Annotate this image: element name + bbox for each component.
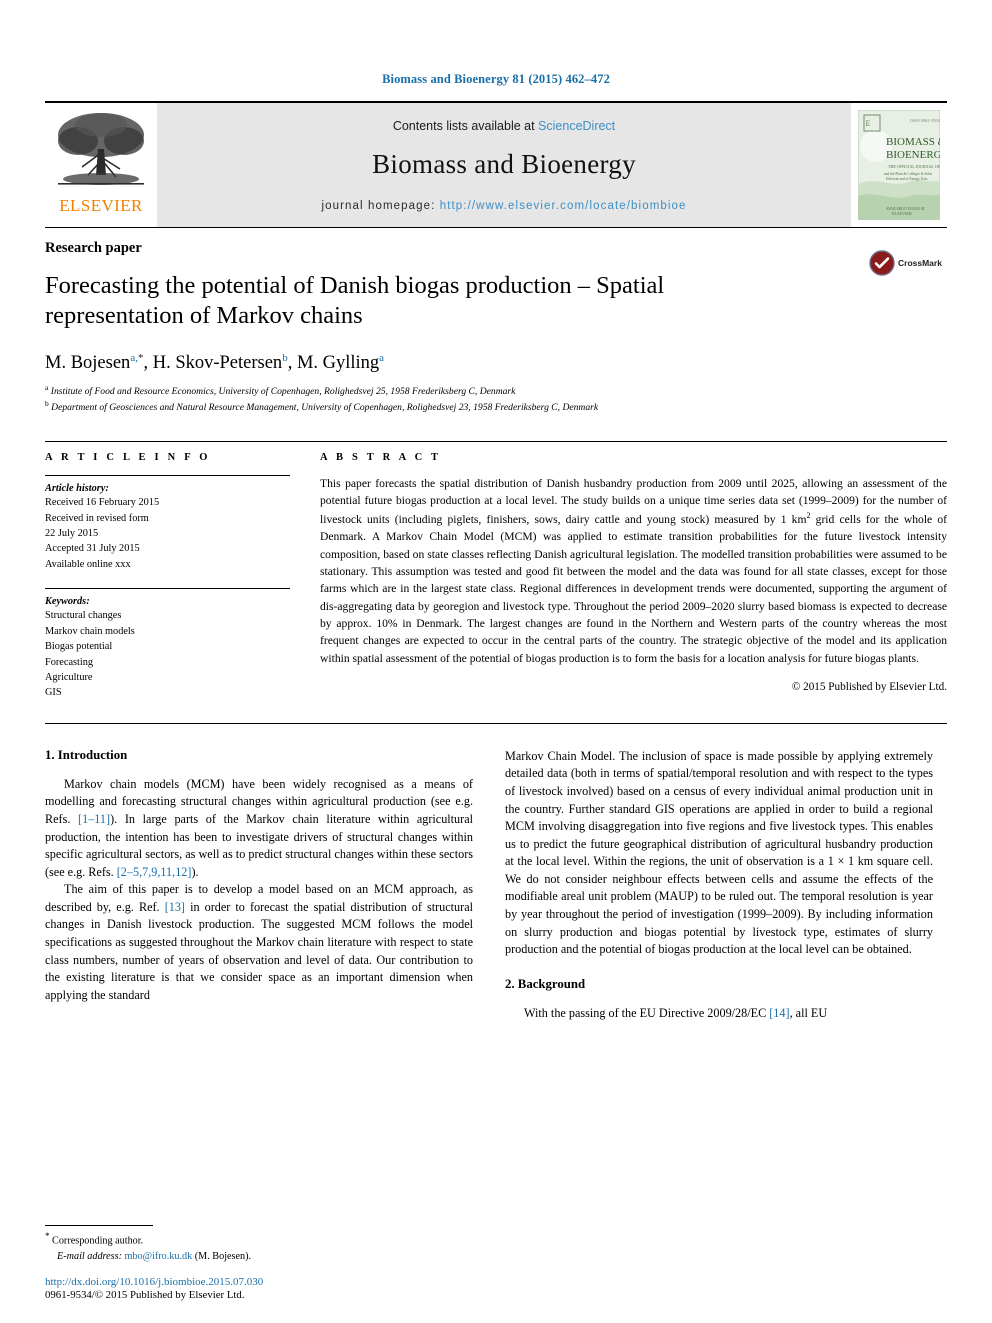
keyword-item: Markov chain models bbox=[45, 625, 135, 637]
paragraph: Markov chain models (MCM) have been wide… bbox=[45, 776, 473, 881]
keyword-item: Forecasting bbox=[45, 656, 94, 668]
title-block: Research paper Forecasting the potential… bbox=[45, 227, 947, 415]
affiliation-mark: a bbox=[45, 382, 49, 392]
reference-link[interactable]: [2–5,7,9,11,12] bbox=[117, 865, 192, 879]
corresponding-marker: * bbox=[137, 351, 144, 364]
svg-text:and the Plant & Colleges & Sol: and the Plant & Colleges & Solar bbox=[884, 172, 933, 176]
paragraph: With the passing of the EU Directive 200… bbox=[505, 1005, 933, 1023]
contents-prefix: Contents lists available at bbox=[392, 118, 539, 133]
page-title: Forecasting the potential of Danish biog… bbox=[45, 272, 665, 330]
reference-link[interactable]: [14] bbox=[769, 1006, 789, 1020]
paragraph: The aim of this paper is to develop a mo… bbox=[45, 881, 473, 1004]
affiliation-mark: b bbox=[45, 399, 49, 408]
para-text: With the passing of the EU Directive 200… bbox=[524, 1005, 770, 1020]
running-head: Biomass and Bioenergy 81 (2015) 462–472 bbox=[382, 72, 610, 86]
paper-page: Biomass and Bioenergy 81 (2015) 462–472 … bbox=[0, 0, 992, 1323]
reference-link[interactable]: [13] bbox=[165, 900, 185, 914]
keywords-heading: Keywords: bbox=[45, 596, 90, 608]
svg-text:ISSN 0961-9534: ISSN 0961-9534 bbox=[910, 118, 940, 123]
divider bbox=[45, 588, 290, 590]
body-column-right: Markov Chain Model. The inclusion of spa… bbox=[505, 748, 933, 1022]
author-name: M. Gylling bbox=[296, 352, 380, 373]
keyword-item: Biogas potential bbox=[45, 641, 113, 653]
author-affil-mark: b bbox=[282, 351, 288, 364]
abstract-column: A B S T R A C T This paper forecasts the… bbox=[310, 452, 947, 701]
sciencedirect-link[interactable]: ScienceDirect bbox=[538, 119, 615, 133]
journal-masthead: ELSEVIER Contents lists available at Sci… bbox=[45, 101, 947, 227]
affiliation-text: Department of Geosciences and Natural Re… bbox=[51, 402, 599, 414]
crossmark-logo-icon bbox=[869, 250, 895, 276]
section-heading-introduction: 1. Introduction bbox=[45, 747, 128, 762]
reference-link[interactable]: [1–11] bbox=[78, 812, 110, 826]
footnote-divider bbox=[45, 1225, 153, 1227]
history-item: Accepted 31 July 2015 bbox=[45, 543, 140, 555]
email-suffix: (M. Bojesen). bbox=[192, 1250, 252, 1262]
info-abstract-region: A R T I C L E I N F O Article history: R… bbox=[45, 441, 947, 701]
para-text: in order to forecast the spatial distrib… bbox=[45, 899, 473, 1002]
author-name: H. Skov-Petersen bbox=[152, 352, 283, 373]
email-link[interactable]: mbo@ifro.ku.dk bbox=[125, 1251, 193, 1262]
affiliation: a Institute of Food and Resource Economi… bbox=[45, 383, 947, 399]
email-label: E-mail address: bbox=[57, 1250, 122, 1262]
crossmark-badge[interactable]: CrossMark bbox=[869, 250, 947, 276]
article-info-column: A R T I C L E I N F O Article history: R… bbox=[45, 452, 310, 701]
svg-text:E: E bbox=[866, 119, 871, 128]
journal-cover-thumbnail: E ISSN 0961-9534 BIOMASS & BIOENERGY THE… bbox=[851, 103, 947, 227]
homepage-label: journal homepage: bbox=[321, 199, 440, 212]
journal-homepage-line: journal homepage: http://www.elsevier.co… bbox=[321, 200, 686, 212]
issn-copyright: 0961-9534/© 2015 Published by Elsevier L… bbox=[45, 1289, 245, 1301]
author-list: M. Bojesena,*, H. Skov-Petersenb, M. Gyl… bbox=[45, 351, 385, 373]
para-text: ). bbox=[191, 864, 199, 879]
svg-text:BIOMASS &: BIOMASS & bbox=[886, 136, 940, 148]
keywords-block: Keywords: Structural changes Markov chai… bbox=[45, 588, 290, 701]
affiliation-text: Institute of Food and Resource Economics… bbox=[50, 386, 516, 398]
history-item: Received 16 February 2015 bbox=[45, 497, 160, 509]
keyword-item: GIS bbox=[45, 687, 62, 699]
svg-text:BIOENERGY: BIOENERGY bbox=[886, 149, 940, 161]
history-item: Received in revised form bbox=[45, 512, 149, 524]
keyword-item: Agriculture bbox=[45, 672, 93, 684]
article-history-heading: Article history: bbox=[45, 483, 109, 495]
affiliation: b Department of Geosciences and Natural … bbox=[45, 399, 947, 415]
article-info-heading: A R T I C L E I N F O bbox=[45, 452, 211, 464]
elsevier-logo: ELSEVIER bbox=[45, 103, 157, 227]
article-type: Research paper bbox=[45, 240, 142, 256]
elsevier-wordmark: ELSEVIER bbox=[59, 196, 143, 215]
history-item: Available online xxx bbox=[45, 558, 131, 570]
doi-link[interactable]: http://dx.doi.org/10.1016/j.biombioe.201… bbox=[45, 1276, 473, 1288]
svg-text:ELSEVIER: ELSEVIER bbox=[892, 211, 912, 216]
elsevier-tree-icon bbox=[58, 113, 144, 185]
section-heading-background: 2. Background bbox=[505, 976, 586, 991]
corresponding-author-note: * Corresponding author. bbox=[45, 1230, 473, 1249]
author-affil-mark: a, bbox=[130, 351, 138, 364]
keyword-item: Structural changes bbox=[45, 610, 122, 622]
abstract-text: This paper forecasts the spatial distrib… bbox=[320, 475, 947, 667]
corresponding-author-text: Corresponding author. bbox=[49, 1235, 144, 1247]
svg-text:Efficient and of Energy Uses: Efficient and of Energy Uses bbox=[886, 177, 928, 181]
crossmark-label: CrossMark bbox=[898, 258, 942, 268]
journal-cover-image: E ISSN 0961-9534 BIOMASS & BIOENERGY THE… bbox=[858, 110, 940, 220]
contents-available-line: Contents lists available at ScienceDirec… bbox=[393, 119, 615, 133]
author-name: M. Bojesen bbox=[45, 352, 131, 373]
paragraph: Markov Chain Model. The inclusion of spa… bbox=[505, 748, 933, 957]
para-text: , all EU bbox=[789, 1005, 828, 1020]
history-item: 22 July 2015 bbox=[45, 527, 99, 539]
email-note: E-mail address: mbo@ifro.ku.dk (M. Bojes… bbox=[45, 1249, 473, 1264]
journal-title: Biomass and Bioenergy bbox=[372, 148, 636, 179]
para-text: ). In large parts of the Markov chain li… bbox=[45, 812, 474, 879]
abstract-part-2: grid cells for the whole of Denmark. A M… bbox=[320, 512, 947, 665]
abstract-copyright: © 2015 Published by Elsevier Ltd. bbox=[791, 681, 947, 694]
homepage-url-link[interactable]: http://www.elsevier.com/locate/biombioe bbox=[440, 200, 687, 212]
abstract-heading: A B S T R A C T bbox=[320, 452, 442, 464]
divider bbox=[45, 475, 290, 477]
page-footer: * Corresponding author. E-mail address: … bbox=[45, 1225, 473, 1301]
body-column-left: 1. Introduction Markov chain models (MCM… bbox=[45, 748, 473, 1022]
svg-text:THE OFFICIAL JOURNAL OF: THE OFFICIAL JOURNAL OF bbox=[888, 164, 940, 169]
masthead-center: Contents lists available at ScienceDirec… bbox=[157, 103, 851, 227]
article-body: 1. Introduction Markov chain models (MCM… bbox=[45, 722, 947, 1022]
author-affil-mark: a bbox=[379, 351, 385, 364]
